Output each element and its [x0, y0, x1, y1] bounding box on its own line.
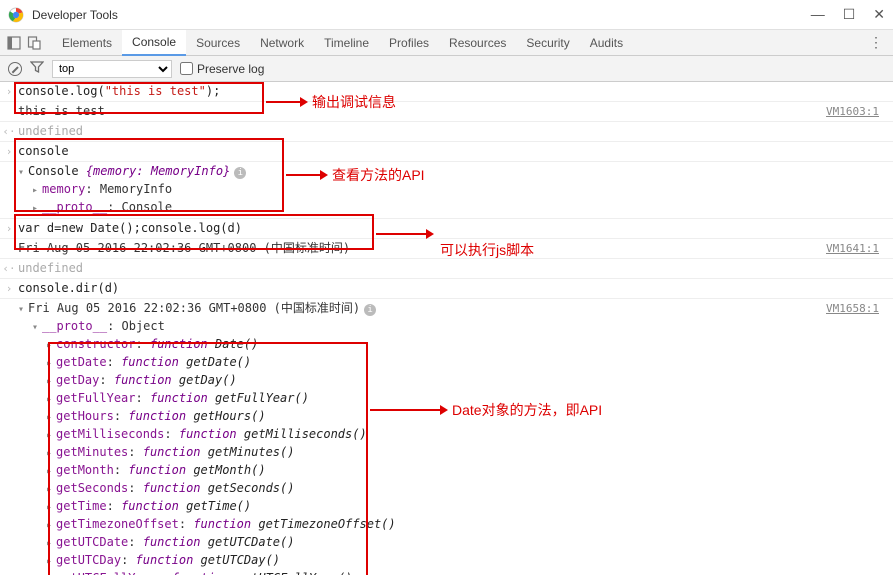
method-name: getUTCDay [56, 553, 121, 567]
source-link[interactable]: VM1603:1 [826, 103, 893, 120]
console-output[interactable]: › console.log("this is test"); this is t… [0, 82, 893, 575]
prompt-icon: › [0, 83, 18, 100]
preserve-log-checkbox[interactable]: Preserve log [180, 62, 264, 76]
expand-toggle[interactable] [32, 200, 42, 214]
expand-toggle[interactable] [46, 553, 56, 567]
method-name: getFullYear [56, 391, 135, 405]
return-undefined: undefined [18, 123, 893, 140]
method-name: getSeconds [56, 481, 128, 495]
expand-toggle[interactable] [46, 337, 56, 351]
method-signature: getDay() [179, 373, 237, 387]
method-signature: getMonth() [193, 463, 265, 477]
method-name: getUTCDate [56, 535, 128, 549]
expand-toggle[interactable] [46, 373, 56, 387]
method-name: getMinutes [56, 445, 128, 459]
expand-toggle[interactable] [46, 463, 56, 477]
device-mode-icon[interactable] [26, 35, 42, 51]
method-name: getTime [56, 499, 107, 513]
expand-toggle[interactable] [18, 301, 28, 315]
tab-resources[interactable]: Resources [439, 30, 516, 56]
devtools-tabbar: Elements Console Sources Network Timelin… [0, 30, 893, 56]
close-button[interactable]: ✕ [873, 6, 885, 23]
method-signature: getTimezoneOffset() [258, 517, 395, 531]
expand-toggle[interactable] [46, 517, 56, 531]
return-icon: ‹· [0, 260, 18, 277]
prompt-icon: › [0, 220, 18, 237]
method-signature: getMinutes() [208, 445, 295, 459]
expand-toggle[interactable] [46, 445, 56, 459]
method-signature: Date() [215, 337, 258, 351]
method-name: constructor [56, 337, 135, 351]
method-signature: getUTCDate() [208, 535, 295, 549]
tab-profiles[interactable]: Profiles [379, 30, 439, 56]
expand-toggle[interactable] [18, 164, 28, 178]
object-header: Fri Aug 05 2016 22:02:36 GMT+0800 (中国标准时… [28, 301, 360, 315]
info-icon[interactable]: i [364, 304, 376, 316]
console-toolbar: top Preserve log [0, 56, 893, 82]
method-signature: getSeconds() [208, 481, 295, 495]
console-log-output: Fri Aug 05 2016 22:02:36 GMT+0800 (中国标准时… [18, 240, 826, 257]
console-input-line: console [18, 143, 893, 160]
prompt-icon: › [0, 143, 18, 160]
method-signature: getDate() [186, 355, 251, 369]
context-select[interactable]: top [52, 60, 172, 78]
expand-toggle[interactable] [46, 391, 56, 405]
minimize-button[interactable]: — [811, 6, 825, 23]
console-input-line: "this is test" [105, 84, 206, 98]
object-preview: {memory: MemoryInfo} [86, 164, 231, 178]
maximize-button[interactable]: ☐ [843, 6, 856, 23]
tab-audits[interactable]: Audits [580, 30, 633, 56]
method-signature: getHours() [193, 409, 265, 423]
method-name: getMilliseconds [56, 427, 164, 441]
method-name: getDay [56, 373, 99, 387]
console-input-line: var d=new Date();console.log(d) [18, 220, 893, 237]
tab-timeline[interactable]: Timeline [314, 30, 379, 56]
tab-console[interactable]: Console [122, 30, 186, 56]
expand-toggle[interactable] [46, 427, 56, 441]
clear-console-icon[interactable] [8, 62, 22, 76]
method-signature: getFullYear() [215, 391, 309, 405]
chrome-icon [8, 7, 24, 23]
tab-elements[interactable]: Elements [52, 30, 122, 56]
expand-toggle[interactable] [32, 319, 42, 333]
kebab-menu-icon[interactable]: ⋮ [865, 34, 887, 51]
expand-toggle[interactable] [46, 499, 56, 513]
filter-icon[interactable] [30, 60, 44, 77]
source-link[interactable]: VM1658:1 [826, 300, 893, 575]
dock-side-icon[interactable] [6, 35, 22, 51]
method-name: getHours [56, 409, 114, 423]
method-signature: getUTCDay() [201, 553, 280, 567]
expand-toggle[interactable] [46, 571, 56, 575]
tab-sources[interactable]: Sources [186, 30, 250, 56]
expand-toggle[interactable] [46, 481, 56, 495]
method-name: getDate [56, 355, 107, 369]
info-icon[interactable]: i [234, 167, 246, 179]
console-input-line: console.dir(d) [18, 280, 893, 297]
expand-toggle[interactable] [46, 409, 56, 423]
console-log-output: this is test [18, 103, 826, 120]
method-name: getUTCFullYear [56, 571, 157, 575]
source-link[interactable]: VM1641:1 [826, 240, 893, 257]
tab-security[interactable]: Security [516, 30, 579, 56]
method-signature: getTime() [186, 499, 251, 513]
expand-toggle[interactable] [46, 535, 56, 549]
window-titlebar: Developer Tools — ☐ ✕ [0, 0, 893, 30]
return-icon: ‹· [0, 123, 18, 140]
tab-network[interactable]: Network [250, 30, 314, 56]
window-title: Developer Tools [32, 8, 811, 22]
method-signature: getMilliseconds() [244, 427, 367, 441]
method-signature: getUTCFullYear() [237, 571, 353, 575]
method-name: getMonth [56, 463, 114, 477]
return-undefined: undefined [18, 260, 893, 277]
expand-toggle[interactable] [32, 182, 42, 196]
expand-toggle[interactable] [46, 355, 56, 369]
method-name: getTimezoneOffset [56, 517, 179, 531]
prompt-icon: › [0, 280, 18, 297]
